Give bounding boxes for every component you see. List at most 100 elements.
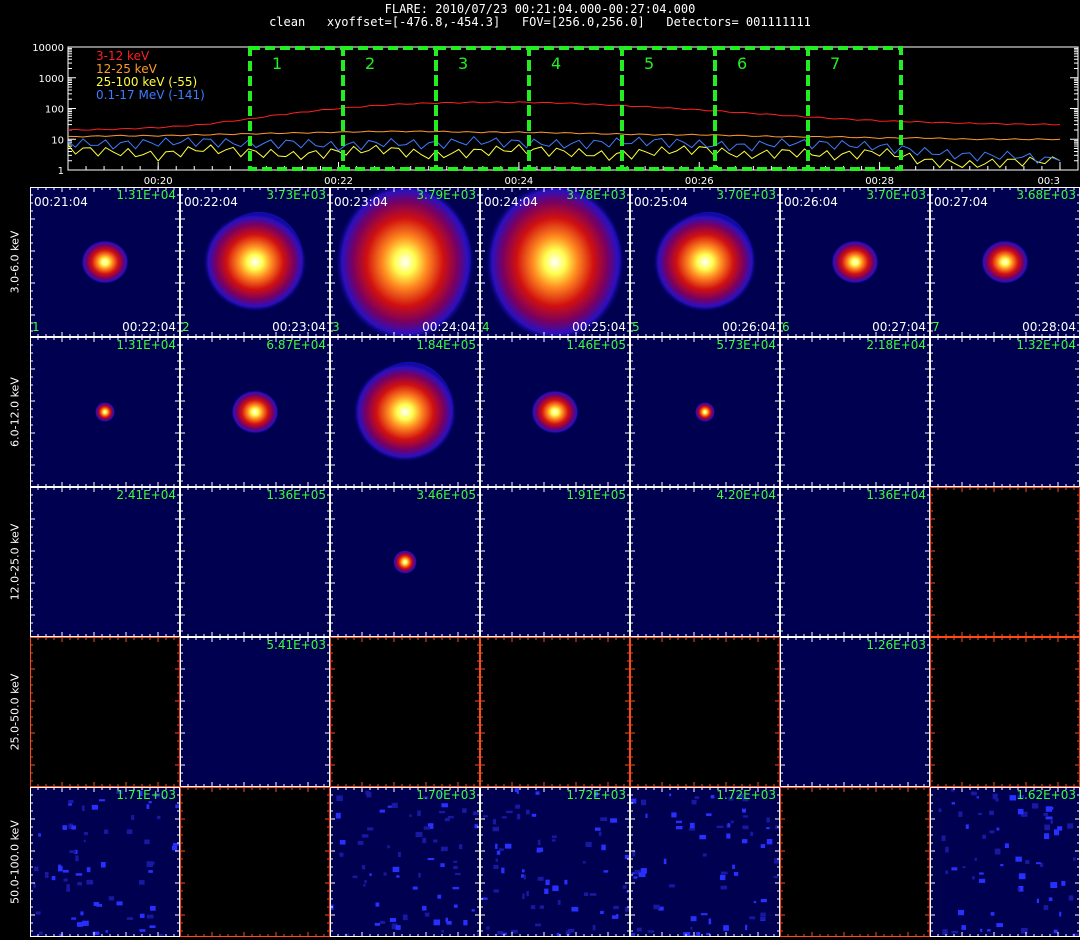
noise-speck (379, 920, 386, 924)
noise-speck (1053, 929, 1058, 934)
noise-speck (745, 924, 748, 931)
noise-speck (535, 923, 541, 927)
image-canvas (780, 487, 930, 637)
peak-value: 1.31E+04 (116, 338, 176, 352)
legend-entry: 3-12 keV (96, 49, 150, 63)
noise-speck (556, 932, 560, 937)
image-cell: 1.72E+03 (480, 787, 630, 937)
image-cell: 3.78E+03 00:24:04 00:25:04 4 (480, 187, 630, 337)
noise-speck (598, 831, 602, 837)
noise-speck (994, 848, 1001, 855)
noise-speck (972, 876, 975, 880)
image-canvas (330, 637, 480, 787)
image-canvas (330, 187, 480, 337)
noise-speck (557, 899, 561, 905)
noise-speck (669, 884, 675, 888)
noise-speck (594, 827, 601, 831)
noise-speck (708, 918, 712, 925)
noise-speck (592, 924, 596, 931)
noise-speck (615, 914, 619, 918)
noise-speck (958, 811, 963, 817)
peak-value: 3.70E+03 (866, 188, 926, 202)
noise-speck (951, 930, 958, 934)
noise-speck (68, 799, 74, 804)
noise-speck (439, 810, 446, 814)
noise-speck (773, 875, 778, 879)
energy-band-text: 25.0-50.0 keV (8, 673, 22, 751)
noise-speck (77, 882, 82, 886)
interval-index: 2 (182, 320, 190, 334)
image-canvas (780, 637, 930, 787)
noise-speck (630, 933, 636, 936)
interval-box (806, 46, 903, 171)
image-cell: 3.70E+03 00:26:04 00:27:04 6 (780, 187, 930, 337)
interval-label: 3 (458, 54, 468, 73)
noise-speck (951, 867, 958, 871)
plot-frame (67, 46, 1079, 171)
source-blob (831, 240, 879, 284)
cell-frame (930, 487, 1080, 637)
noise-speck (157, 815, 161, 820)
interval-label: 7 (830, 54, 840, 73)
time-start: 00:24:04 (484, 195, 538, 209)
noise-speck (58, 864, 62, 869)
noise-speck (417, 810, 421, 817)
image-canvas (180, 787, 330, 937)
noise-speck (1017, 808, 1024, 815)
noise-speck (583, 892, 589, 897)
noise-speck (523, 874, 526, 880)
image-cell: 3.46E+05 (330, 487, 480, 637)
noise-speck (938, 808, 942, 812)
ytick-label: 10 (51, 135, 64, 146)
noise-speck (979, 872, 984, 875)
noise-speck (75, 855, 79, 862)
series-line-2 (67, 130, 1061, 141)
peak-value: 5.41E+03 (266, 638, 326, 652)
noise-speck (750, 831, 754, 837)
peak-value: 1.71E+03 (116, 788, 176, 802)
noise-speck (1017, 887, 1020, 891)
noise-speck (375, 902, 380, 907)
noise-speck (116, 901, 123, 906)
noise-speck (148, 870, 153, 873)
noise-speck (493, 889, 499, 893)
noise-speck (33, 883, 36, 888)
noise-speck (766, 839, 773, 845)
noise-speck (471, 909, 475, 912)
noise-speck (516, 813, 521, 820)
noise-speck (742, 808, 746, 813)
noise-speck (424, 912, 430, 917)
noise-speck (647, 930, 655, 933)
noise-speck (365, 790, 370, 795)
noise-speck (80, 911, 84, 916)
noise-speck (589, 893, 597, 896)
noise-speck (108, 896, 115, 901)
noise-speck (146, 914, 154, 919)
noise-speck (501, 867, 505, 874)
noise-speck (742, 839, 748, 844)
noise-speck (1068, 895, 1074, 901)
cell-frame (180, 637, 330, 787)
image-cell (30, 637, 180, 787)
noise-speck (522, 893, 525, 899)
noise-speck (600, 910, 604, 914)
image-canvas (30, 487, 180, 637)
noise-speck (603, 870, 609, 873)
noise-speck (641, 799, 647, 806)
noise-speck (453, 866, 458, 870)
noise-speck (412, 886, 418, 890)
noise-speck (335, 812, 341, 819)
noise-speck (34, 866, 39, 872)
noise-speck (505, 843, 512, 849)
peak-value: 1.72E+03 (566, 788, 626, 802)
noise-speck (39, 931, 43, 935)
image-cell (480, 637, 630, 787)
image-cell: 1.32E+04 (930, 337, 1080, 487)
interval-index: 6 (782, 320, 790, 334)
source-blob (695, 402, 715, 422)
peak-value: 5.73E+04 (716, 338, 776, 352)
source-blob (653, 212, 757, 312)
noise-speck (51, 876, 56, 881)
noise-speck (982, 834, 986, 839)
noise-speck (387, 845, 390, 849)
